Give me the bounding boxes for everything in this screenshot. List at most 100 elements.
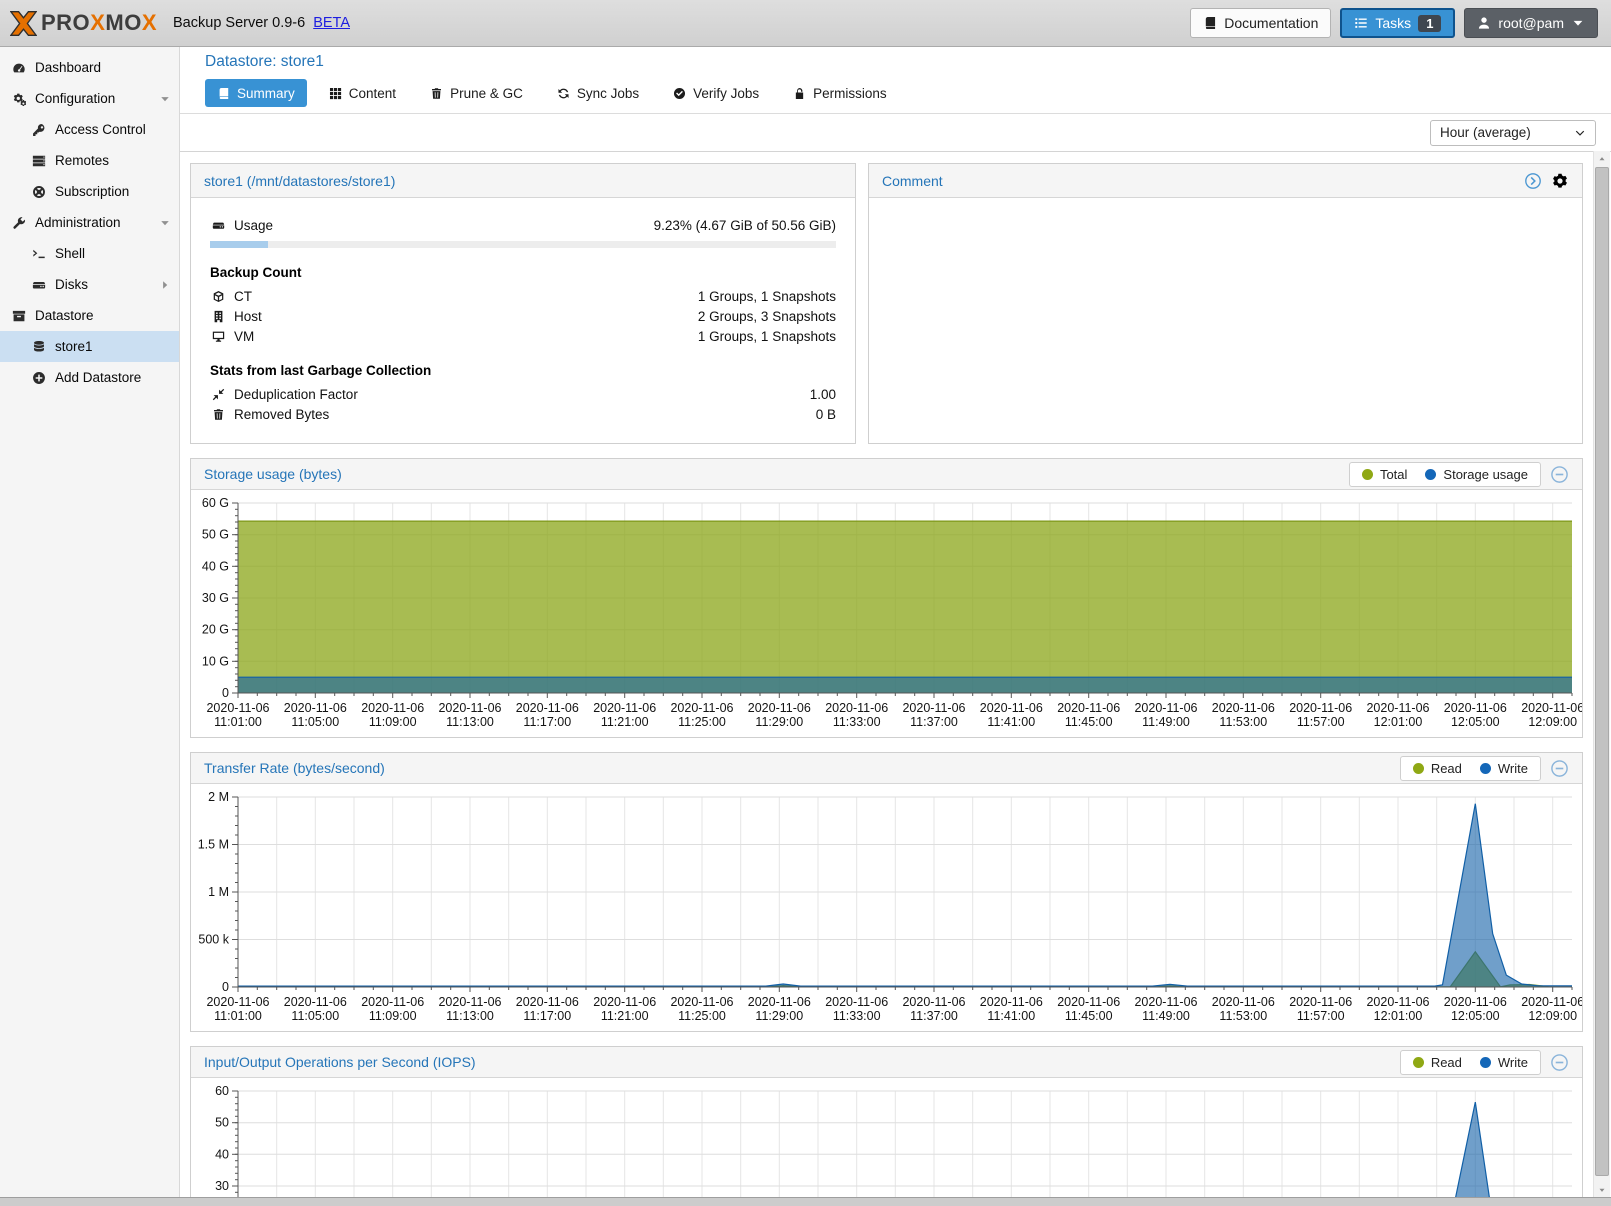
legend-dot — [1480, 1057, 1491, 1068]
sidebar-item-configuration[interactable]: Configuration — [0, 83, 179, 114]
documentation-button[interactable]: Documentation — [1190, 8, 1331, 38]
svg-text:11:25:00: 11:25:00 — [678, 1009, 726, 1023]
scrollbar-thumb[interactable] — [1595, 167, 1609, 1176]
chart-legend: Read Write — [1400, 1050, 1541, 1075]
svg-text:2020-11-06: 2020-11-06 — [438, 701, 501, 715]
proxmox-backup-window: PROXMOX Backup Server 0.9-6 BETA Documen… — [0, 0, 1611, 1206]
tab-permissions[interactable]: Permissions — [781, 79, 899, 107]
sidebar-item-remotes[interactable]: Remotes — [0, 145, 179, 176]
comment-panel: Comment — [868, 163, 1583, 444]
storage-usage-chart-panel: Storage usage (bytes)TotalStorage usage0… — [190, 458, 1583, 738]
svg-text:2020-11-06: 2020-11-06 — [361, 995, 424, 1009]
svg-text:2020-11-06: 2020-11-06 — [1521, 701, 1582, 715]
stat-label: Host — [234, 309, 262, 324]
comment-body[interactable] — [869, 198, 1582, 214]
chart-body: 010 G20 G30 G40 G50 G60 G2020-11-0611:01… — [191, 490, 1582, 731]
tab-content[interactable]: Content — [317, 79, 408, 107]
tab-prune-gc[interactable]: Prune & GC — [418, 79, 535, 107]
svg-text:2020-11-06: 2020-11-06 — [902, 701, 965, 715]
legend-label: Write — [1498, 761, 1528, 776]
scroll-down-arrow[interactable] — [1594, 1182, 1610, 1198]
gear-icon[interactable] — [1551, 172, 1569, 190]
tab-summary[interactable]: Summary — [205, 79, 307, 107]
svg-text:30: 30 — [215, 1179, 229, 1193]
svg-text:12:05:00: 12:05:00 — [1451, 715, 1500, 729]
svg-text:2020-11-06: 2020-11-06 — [1134, 701, 1197, 715]
grid-icon — [329, 87, 342, 100]
trash-icon — [430, 87, 443, 100]
sidebar-item-label: Access Control — [55, 122, 146, 137]
svg-text:12:05:00: 12:05:00 — [1451, 1009, 1500, 1023]
horizontal-scrollbar[interactable] — [0, 1197, 1611, 1206]
desktop-icon — [210, 330, 226, 343]
legend-item-read[interactable]: Read — [1413, 1055, 1462, 1070]
legend-item-storage-usage[interactable]: Storage usage — [1425, 467, 1528, 482]
minus-circle-icon[interactable] — [1550, 1053, 1569, 1072]
sidebar-item-store1[interactable]: store1 — [0, 331, 179, 362]
sync-icon — [557, 87, 570, 100]
sidebar-item-dashboard[interactable]: Dashboard — [0, 52, 179, 83]
proxmox-x-icon — [10, 10, 37, 37]
svg-text:11:45:00: 11:45:00 — [1065, 1009, 1113, 1023]
iops-chart-panel: Input/Output Operations per Second (IOPS… — [190, 1046, 1583, 1206]
sidebar-item-administration[interactable]: Administration — [0, 207, 179, 238]
svg-text:11:57:00: 11:57:00 — [1297, 1009, 1345, 1023]
comment-panel-title: Comment — [882, 173, 943, 189]
legend-item-write[interactable]: Write — [1480, 761, 1528, 776]
svg-text:30 G: 30 G — [202, 591, 229, 605]
time-range-select[interactable]: Hour (average) — [1430, 120, 1596, 146]
svg-text:12:09:00: 12:09:00 — [1528, 715, 1577, 729]
sidebar-item-datastore[interactable]: Datastore — [0, 300, 179, 331]
sidebar-item-label: Administration — [35, 215, 121, 230]
svg-text:11:01:00: 11:01:00 — [214, 1009, 262, 1023]
svg-text:11:29:00: 11:29:00 — [755, 715, 803, 729]
svg-text:50: 50 — [215, 1116, 229, 1130]
sidebar-item-access-control[interactable]: Access Control — [0, 114, 179, 145]
svg-text:2020-11-06: 2020-11-06 — [670, 701, 733, 715]
stat-value: 0 B — [816, 407, 836, 422]
tab-verify-jobs[interactable]: Verify Jobs — [661, 79, 771, 107]
svg-text:0: 0 — [222, 980, 229, 994]
svg-text:2020-11-06: 2020-11-06 — [825, 701, 888, 715]
user-menu-button[interactable]: root@pam — [1464, 8, 1598, 38]
sidebar-item-subscription[interactable]: Subscription — [0, 176, 179, 207]
wrench-icon — [10, 216, 28, 230]
sidebar-item-label: Dashboard — [35, 60, 101, 75]
comment-panel-tools — [1524, 172, 1569, 190]
svg-text:10 G: 10 G — [202, 654, 229, 668]
legend-item-total[interactable]: Total — [1362, 467, 1407, 482]
svg-text:2020-11-06: 2020-11-06 — [1366, 995, 1429, 1009]
svg-text:12:01:00: 12:01:00 — [1374, 715, 1423, 729]
tab-sync-jobs[interactable]: Sync Jobs — [545, 79, 651, 107]
stat-row-deduplication-factor: Deduplication Factor1.00 — [210, 384, 836, 404]
sidebar-item-add-datastore[interactable]: Add Datastore — [0, 362, 179, 393]
time-range-value: Hour (average) — [1440, 125, 1531, 140]
tab-label: Sync Jobs — [577, 86, 639, 101]
section-heading: Stats from last Garbage Collection — [210, 363, 836, 378]
svg-text:2020-11-06: 2020-11-06 — [1212, 995, 1275, 1009]
chart-canvas: 0500 k1 M1.5 M2 M2020-11-0611:01:002020-… — [192, 789, 1582, 1025]
vertical-scrollbar[interactable] — [1593, 151, 1610, 1198]
chevron-right-circle-icon[interactable] — [1524, 172, 1542, 190]
svg-text:2020-11-06: 2020-11-06 — [670, 995, 733, 1009]
minus-circle-icon[interactable] — [1550, 759, 1569, 778]
building-icon — [210, 310, 226, 323]
svg-text:11:09:00: 11:09:00 — [369, 1009, 417, 1023]
server-list-icon — [30, 154, 48, 168]
legend-item-write[interactable]: Write — [1480, 1055, 1528, 1070]
svg-text:11:05:00: 11:05:00 — [291, 1009, 339, 1023]
cube-icon — [210, 290, 226, 303]
legend-item-read[interactable]: Read — [1413, 761, 1462, 776]
sidebar-item-disks[interactable]: Disks — [0, 269, 179, 300]
tab-label: Permissions — [813, 86, 887, 101]
key-icon — [30, 123, 48, 137]
scroll-up-arrow[interactable] — [1594, 151, 1610, 167]
tasks-button[interactable]: Tasks 1 — [1340, 8, 1455, 38]
legend-label: Storage usage — [1443, 467, 1528, 482]
beta-link[interactable]: BETA — [313, 15, 350, 31]
usage-progress-bar — [210, 241, 836, 248]
trash-icon — [210, 408, 226, 421]
chart-header: Input/Output Operations per Second (IOPS… — [191, 1047, 1582, 1078]
sidebar-item-shell[interactable]: Shell — [0, 238, 179, 269]
minus-circle-icon[interactable] — [1550, 465, 1569, 484]
